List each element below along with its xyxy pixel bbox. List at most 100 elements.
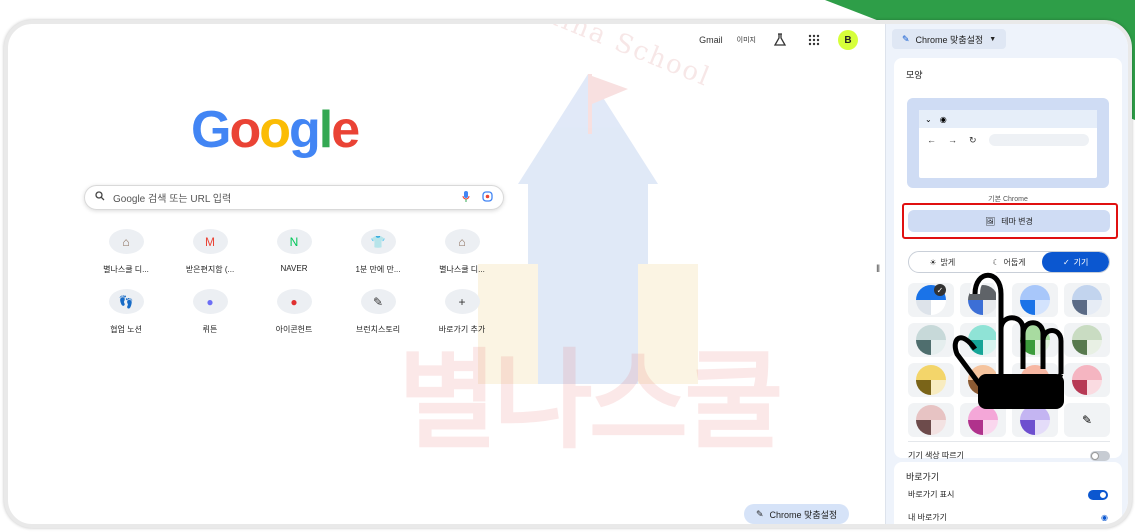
- apps-grid-icon[interactable]: [804, 30, 824, 50]
- shortcut-tile[interactable]: + 바로가기 추가: [420, 289, 504, 335]
- swatch-segment: [1087, 300, 1102, 315]
- swatch-segment: [916, 405, 946, 420]
- swatch-segment: [983, 420, 998, 435]
- shortcut-label: 별나스쿨 디...: [439, 265, 485, 274]
- school-icon: ⌂: [108, 229, 144, 254]
- swatch-segment: [916, 380, 931, 395]
- customize-chrome-button[interactable]: ✎ Chrome 맞춤설정: [744, 504, 850, 524]
- shortcut-label: 아이콘헌트: [275, 325, 313, 334]
- search-icon: [95, 191, 105, 204]
- swatch-segment: [916, 420, 931, 435]
- shortcut-tile[interactable]: ⌂ 별나스쿨 디...: [420, 229, 504, 275]
- swatch-segment: [968, 420, 983, 435]
- sun-icon: ☀: [929, 257, 937, 267]
- swatch-segment: [1087, 380, 1102, 395]
- shortcut-label: 1분 만에 만...: [355, 265, 401, 274]
- shortcut-label: NAVER: [280, 264, 308, 273]
- swatch-segment: [916, 325, 946, 340]
- shortcuts-grid: ⌂ 별나스쿨 디... M 받은편지함 (... N NAVER 👕 1분 만에 만... ⌂ 별…: [84, 229, 504, 349]
- shortcut-label: 바로가기 추가: [438, 325, 486, 334]
- appearance-title: 모양: [906, 70, 923, 80]
- pencil-icon: ✎: [756, 508, 764, 519]
- theme-preview: ⌄ ◉ ← → ↻: [907, 98, 1109, 188]
- shortcut-label: 별나스쿨 디...: [103, 265, 149, 274]
- shortcut-tile[interactable]: ● 아이콘헌트: [252, 289, 336, 335]
- voice-search-icon[interactable]: [462, 190, 470, 205]
- swatch-segment: [1087, 340, 1102, 355]
- swatch-segment: [1020, 420, 1035, 435]
- swatch-segment: [931, 420, 946, 435]
- eyedropper-icon: ✎: [1081, 413, 1093, 427]
- shortcut-tile[interactable]: ⌂ 별나스쿨 디...: [84, 229, 168, 275]
- google-logo-letter: o: [229, 101, 261, 159]
- top-bar: Gmail 이미지 B: [699, 30, 858, 50]
- google-logo-letter: e: [331, 101, 360, 159]
- forward-arrow-icon: →: [948, 135, 957, 145]
- google-logo: Google: [191, 100, 360, 160]
- shortcuts-card: 바로가기 바로가기 표시 내 바로가기 ◉: [894, 462, 1122, 524]
- shortcut-tile[interactable]: ✎ 브런치스토리: [336, 289, 420, 335]
- follow-device-color-row: 기기 색상 따르기: [908, 450, 1110, 461]
- shortcut-tile[interactable]: 👣 협업 노션: [84, 289, 168, 335]
- shortcut-label: 브런치스토리: [355, 325, 401, 334]
- shortcuts-row: ⌂ 별나스쿨 디... M 받은편지함 (... N NAVER 👕 1분 만에 만... ⌂ 별…: [84, 229, 504, 275]
- radio-icon[interactable]: ◉: [1101, 513, 1108, 522]
- swatch-segment: [916, 300, 931, 315]
- shortcut-tile[interactable]: M 받은편지함 (...: [168, 229, 252, 275]
- swatch-circle: [916, 325, 946, 355]
- panel-header: ✎ Chrome 맞춤설정 ▼: [886, 24, 1128, 54]
- dropdown-arrow-icon: ▼: [989, 35, 997, 43]
- show-shortcuts-toggle[interactable]: [1088, 489, 1108, 500]
- panel-selector-label: Chrome 맞춤설정: [915, 34, 984, 45]
- screenshot-frame: Byulna School 별나스쿨 Gmail 이미지 B Google Go…: [0, 0, 1135, 532]
- shirt-icon: 👕: [360, 229, 396, 254]
- search-input[interactable]: Google 검색 또는 URL 입력: [113, 190, 462, 205]
- my-shortcuts-row: 내 바로가기 ◉: [894, 500, 1122, 523]
- follow-device-color-label: 기기 색상 따르기: [908, 451, 964, 460]
- preview-browser-window: ⌄ ◉ ← → ↻: [919, 110, 1097, 178]
- preview-nav-row: ← → ↻: [919, 128, 1097, 152]
- gmail-icon: M: [192, 229, 228, 254]
- divider: [908, 441, 1110, 442]
- swatch-segment: [916, 340, 931, 355]
- pencil-icon: ✎: [902, 33, 910, 44]
- pointing-hand-icon: [952, 270, 1064, 409]
- chrome-window: Byulna School 별나스쿨 Gmail 이미지 B Google Go…: [4, 20, 1132, 528]
- naver-icon: N: [276, 229, 312, 254]
- shortcuts-row: 👣 협업 노션 ● 뤼튼 ● 아이콘헌트 ✎ 브런치스토리 + 바로가기 추가: [84, 289, 504, 335]
- follow-device-color-toggle[interactable]: [1090, 450, 1110, 461]
- swatch-circle: [916, 365, 946, 395]
- shortcut-tile[interactable]: 👕 1분 만에 만...: [336, 229, 420, 275]
- gmail-link[interactable]: Gmail: [699, 35, 723, 45]
- brunch-icon: ✎: [360, 289, 396, 314]
- chrome-logo-icon: ◉: [939, 114, 947, 124]
- shortcut-label: 뤼튼: [202, 325, 218, 334]
- lens-search-icon[interactable]: [482, 190, 493, 205]
- shortcut-label: 받은편지함 (...: [185, 265, 235, 274]
- shortcut-tile[interactable]: N NAVER: [252, 229, 336, 275]
- my-shortcuts-label: 내 바로가기: [908, 513, 948, 522]
- customize-chrome-label: Chrome 맞춤설정: [769, 509, 838, 520]
- shortcuts-title: 바로가기: [906, 472, 940, 482]
- iconhunt-icon: ●: [276, 289, 312, 314]
- search-box[interactable]: Google 검색 또는 URL 입력: [84, 185, 504, 210]
- account-avatar[interactable]: B: [838, 30, 858, 50]
- swatch-segment: [1035, 420, 1050, 435]
- swatch-segment: [916, 365, 946, 380]
- shortcut-tile[interactable]: ● 뤼튼: [168, 289, 252, 335]
- show-shortcuts-label: 바로가기 표시: [908, 490, 955, 499]
- reload-icon: ↻: [969, 134, 977, 145]
- google-logo-letter: g: [288, 101, 321, 159]
- image-icon: 🖼: [985, 216, 996, 226]
- panel-selector-dropdown[interactable]: ✎ Chrome 맞춤설정 ▼: [892, 29, 1007, 49]
- panel-resize-handle[interactable]: ‖: [876, 264, 880, 275]
- images-link[interactable]: 이미지: [737, 35, 756, 45]
- chevron-down-icon: ⌄: [925, 114, 932, 124]
- shortcut-label: 협업 노션: [110, 325, 142, 334]
- labs-flask-icon[interactable]: [770, 30, 790, 50]
- show-shortcuts-row: 바로가기 표시: [894, 483, 1122, 500]
- preview-address-bar: [988, 134, 1089, 146]
- footprint-icon: 👣: [108, 289, 144, 314]
- swatch-circle: [916, 405, 946, 435]
- preview-tab-bar: ⌄ ◉: [919, 110, 1097, 128]
